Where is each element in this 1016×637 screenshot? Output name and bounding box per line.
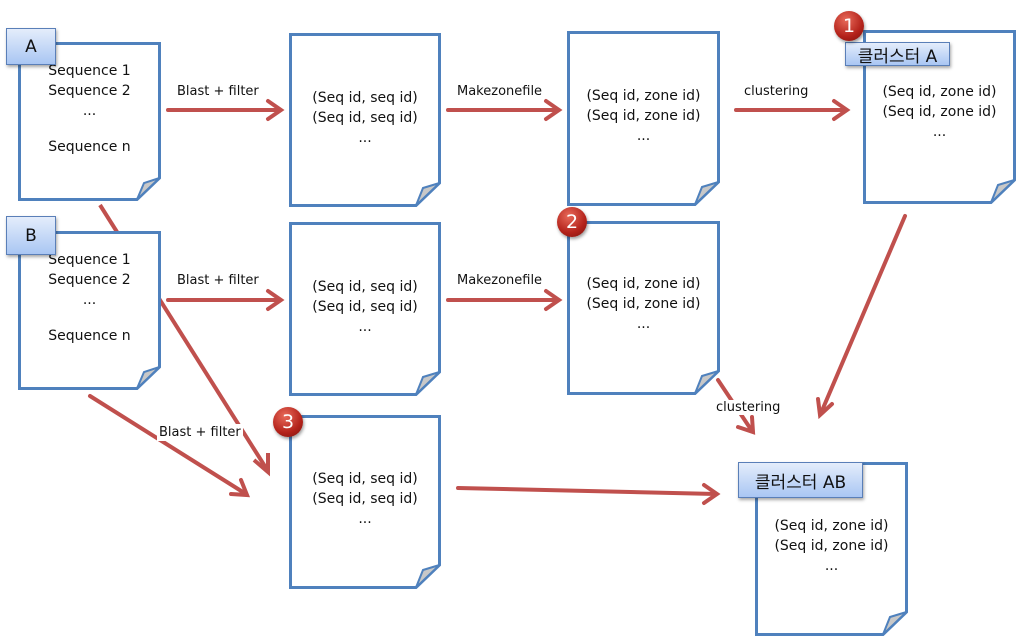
arrow-label-blast-ab: Blast + filter — [157, 424, 243, 441]
pair-line: (Seq id, seq id) — [312, 471, 418, 487]
pair-line: (Seq id, seq id) — [312, 299, 418, 315]
zone-line: (Seq id, zone id) — [586, 296, 701, 312]
ellipsis: ... — [824, 558, 839, 574]
pairs-doc-a: (Seq id, seq id) (Seq id, seq id)... — [289, 33, 441, 207]
pair-line: (Seq id, seq id) — [312, 110, 418, 126]
badge-3: 3 — [273, 407, 303, 437]
ellipsis: ... — [358, 130, 372, 146]
arrow-label-blast-b: Blast + filter — [177, 273, 259, 288]
arrow-label-blast-a: Blast + filter — [177, 84, 259, 99]
zone-doc-b: (Seq id, zone id) (Seq id, zone id)... — [567, 221, 720, 395]
pair-line: (Seq id, seq id) — [312, 90, 418, 106]
document-a: Sequence 1 Sequence 2 ... Sequence n — [18, 42, 161, 201]
pair-line: (Seq id, seq id) — [312, 491, 418, 507]
seq-line: ... — [82, 292, 97, 308]
zone-line: (Seq id, zone id) — [774, 518, 889, 534]
zone-line: (Seq id, zone id) — [586, 276, 701, 292]
ellipsis: ... — [358, 511, 372, 527]
arrow-label-makezone-a: Makezonefile — [457, 84, 543, 99]
ellipsis: ... — [932, 124, 947, 140]
zone-line: (Seq id, zone id) — [586, 88, 701, 104]
zone-line: (Seq id, zone id) — [882, 84, 997, 100]
pair-line: (Seq id, seq id) — [312, 279, 418, 295]
ellipsis: ... — [636, 316, 651, 332]
seq-line: Sequence n — [48, 139, 131, 155]
arrow-label-clustering-ab: clustering — [716, 400, 781, 415]
pairs-doc-ab: (Seq id, seq id) (Seq id, seq id)... — [289, 415, 441, 589]
zone-line: (Seq id, zone id) — [882, 104, 997, 120]
label-cluster-a: 클러스터 A — [845, 42, 950, 67]
zone-doc-a: (Seq id, zone id) (Seq id, zone id)... — [567, 31, 720, 206]
seq-line: Sequence 2 — [48, 272, 131, 288]
seq-line: ... — [82, 103, 97, 119]
arrow-label-makezone-b: Makezonefile — [457, 273, 543, 288]
seq-line: Sequence 2 — [48, 83, 131, 99]
arrow-label-clustering-a: clustering — [744, 84, 809, 99]
label-a: A — [6, 28, 56, 65]
label-cluster-ab: 클러스터 AB — [738, 462, 863, 498]
seq-line: Sequence n — [48, 328, 131, 344]
zone-line: (Seq id, zone id) — [774, 538, 889, 554]
ellipsis: ... — [358, 319, 372, 335]
label-b: B — [6, 216, 56, 255]
zone-line: (Seq id, zone id) — [586, 108, 701, 124]
badge-2: 2 — [557, 207, 587, 237]
ellipsis: ... — [636, 128, 651, 144]
badge-1: 1 — [834, 11, 864, 41]
pairs-doc-b: (Seq id, seq id) (Seq id, seq id)... — [289, 222, 441, 396]
